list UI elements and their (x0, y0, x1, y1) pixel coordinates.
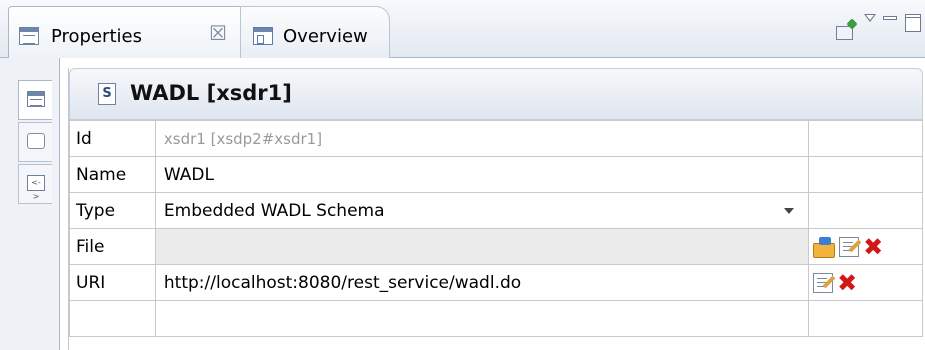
row-label-uri: URI (69, 264, 156, 301)
row-label-name: Name (69, 156, 156, 193)
type-dropdown[interactable]: Embedded WADL Schema (154, 192, 810, 229)
view-menu-icon[interactable] (864, 14, 876, 22)
empty-cell (808, 300, 923, 337)
tab-properties-label: Properties (51, 26, 142, 47)
edit-icon[interactable] (813, 272, 834, 293)
minimize-icon[interactable] (883, 16, 897, 20)
delete-icon[interactable]: ✖ (863, 235, 883, 259)
source-icon: <-> (27, 175, 45, 201)
properties-panel: S WADL [xsdr1] Id xsdr1 [xsdp2#xsdr1] Na… (68, 68, 923, 350)
table-row-empty (69, 300, 923, 337)
table-icon (27, 91, 45, 107)
table-row: Name WADL (69, 156, 923, 193)
row-label-type: Type (69, 192, 156, 229)
edit-icon[interactable] (839, 236, 860, 257)
view-tab-strip: Properties ☒ Overview (0, 0, 925, 58)
row-actions-uri: ✖ (808, 264, 923, 301)
empty-cell (154, 300, 810, 337)
property-table: Id xsdr1 [xsdp2#xsdr1] Name WADL Type Em… (69, 120, 923, 337)
maximize-icon[interactable] (905, 14, 921, 32)
chevron-down-icon[interactable] (784, 208, 795, 214)
file-field[interactable] (154, 228, 810, 265)
side-tab-source[interactable]: <-> (18, 164, 52, 204)
table-row: File ✖ (69, 228, 923, 265)
name-field[interactable]: WADL (154, 156, 810, 193)
table-row: Id xsdr1 [xsdp2#xsdr1] (69, 120, 923, 157)
row-label-id: Id (69, 120, 156, 157)
page-title: WADL [xsdr1] (130, 81, 292, 105)
empty-cell (69, 300, 156, 337)
pin-icon[interactable] (836, 20, 858, 40)
id-value: xsdr1 [xsdp2#xsdr1] (154, 120, 810, 157)
side-tab-properties[interactable] (18, 80, 52, 120)
tab-properties[interactable]: Properties ☒ (8, 6, 248, 58)
tab-overview-label: Overview (283, 26, 368, 47)
browse-folder-icon[interactable] (813, 236, 836, 258)
row-actions-id (808, 120, 923, 157)
close-icon[interactable]: ☒ (209, 21, 227, 45)
side-tab-comments[interactable] (18, 122, 52, 162)
table-row: Type Embedded WADL Schema (69, 192, 923, 229)
properties-icon (19, 27, 39, 45)
overview-icon (253, 27, 273, 45)
panel-header: S WADL [xsdr1] (69, 68, 923, 120)
delete-icon[interactable]: ✖ (837, 271, 857, 295)
row-actions-type (808, 192, 923, 229)
side-tab-bar: <-> (0, 58, 60, 350)
tab-overview[interactable]: Overview (240, 6, 390, 58)
schema-icon: S (98, 83, 116, 105)
table-row: URI http://localhost:8080/rest_service/w… (69, 264, 923, 301)
row-actions-name (808, 156, 923, 193)
type-dropdown-value: Embedded WADL Schema (163, 201, 385, 221)
comment-icon (27, 133, 45, 149)
row-actions-file: ✖ (808, 228, 923, 265)
dropdown-separator (771, 199, 773, 223)
uri-field[interactable]: http://localhost:8080/rest_service/wadl.… (154, 264, 810, 301)
row-label-file: File (69, 228, 156, 265)
